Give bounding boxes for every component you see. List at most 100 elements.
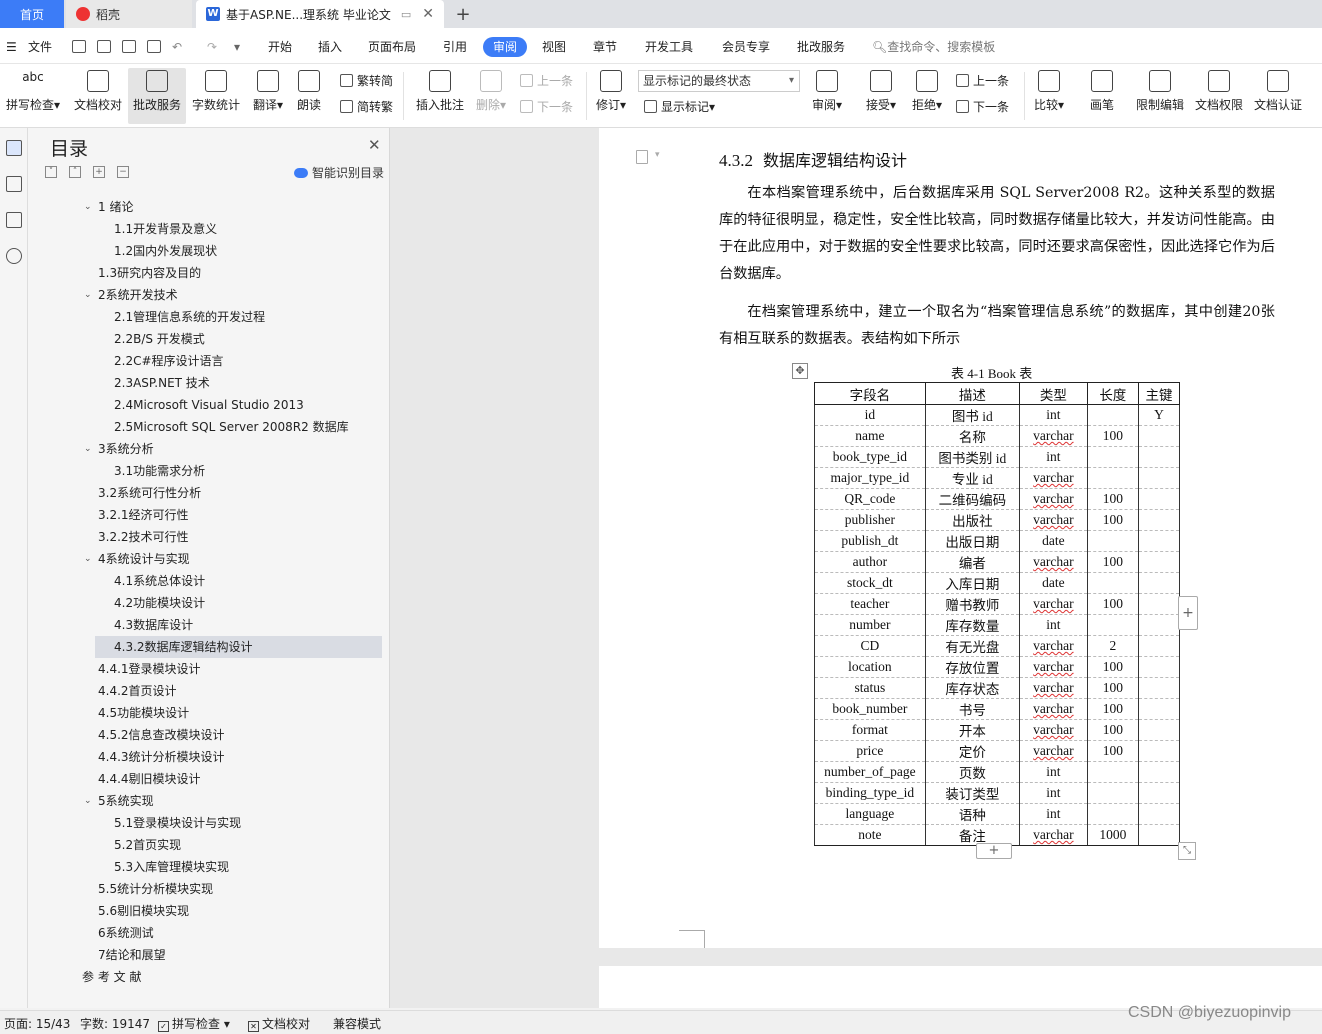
toc-item[interactable]: 6系统测试 [28,922,390,944]
toc-item[interactable]: 4.4.1登录模块设计 [28,658,390,680]
hamburger-icon[interactable]: ☰ [6,37,17,57]
toc-item[interactable]: 参 考 文 献 [28,966,390,988]
smart-toc-button[interactable]: 智能识别目录 [294,164,384,181]
spell-check-button[interactable]: abc 拼写检查▾ [2,68,64,124]
search-icon[interactable] [6,248,22,264]
chevron-down-icon[interactable]: ⌄ [84,196,92,218]
chevron-down-icon[interactable]: ⌄ [84,284,92,306]
bookmark-icon[interactable] [6,212,22,228]
toc-item[interactable]: 2.1管理信息系统的开发过程 [28,306,390,328]
toc-close-icon[interactable]: ✕ [368,136,381,154]
toc-item[interactable]: 2.2C#程序设计语言 [28,350,390,372]
word-count-button[interactable]: 字数统计 [189,68,243,124]
toc-item[interactable]: 4.5.2信息查改模块设计 [28,724,390,746]
toc-item[interactable]: 5.5统计分析模块实现 [28,878,390,900]
toc-item[interactable]: 5.2首页实现 [28,834,390,856]
add-heading-icon[interactable]: + [93,166,105,178]
chevron-down-icon[interactable]: ⌄ [84,438,92,460]
prev-comment-button[interactable]: 上一条 [520,72,573,90]
menu-start[interactable]: 开始 [268,37,292,57]
tab-daoke[interactable]: 稻壳 [66,0,192,28]
accept-button[interactable]: 接受▾ [862,68,900,124]
status-spell-check[interactable]: ✓ 拼写检查 ▾ [158,1016,230,1032]
reject-button[interactable]: 拒绝▾ [908,68,946,124]
chevron-down-icon[interactable]: ⌄ [84,548,92,570]
toc-item[interactable]: 4.4.2首页设计 [28,680,390,702]
translate-button[interactable]: 翻译▾ [248,68,288,124]
toc-item[interactable]: 1.2国内外发展现状 [28,240,390,262]
customize-dropdown-icon[interactable]: ▾ [234,37,240,57]
prev-revision-button[interactable]: 上一条 [956,72,1009,90]
doc-certify-button[interactable]: 文档认证 [1250,68,1306,124]
chevron-down-icon[interactable]: ⌄ [84,790,92,812]
toc-item[interactable]: 4.3.2数据库逻辑结构设计 [95,636,382,658]
add-column-icon[interactable]: + [1178,596,1198,630]
table-move-handle-icon[interactable]: ✥ [792,363,808,379]
to-traditional-button[interactable]: 繁转简 [340,72,393,90]
pen-button[interactable]: 画笔 [1084,68,1120,124]
toc-item[interactable]: 2.5Microsoft SQL Server 2008R2 数据库 [28,416,390,438]
close-tab-icon[interactable]: ✕ [422,6,434,22]
doc-proofread-button[interactable]: 文档校对 [70,68,126,124]
tab-home[interactable]: 首页 [0,0,64,28]
menu-page-layout[interactable]: 页面布局 [368,37,416,57]
nav-panel-icon[interactable] [6,176,22,192]
menu-file[interactable]: 文件 [28,37,52,57]
toc-item[interactable]: ⌄ 5系统实现 [28,790,390,812]
doc-permission-button[interactable]: 文档权限 [1191,68,1247,124]
remove-heading-icon[interactable]: − [117,166,129,178]
print-icon[interactable] [122,40,136,53]
toc-panel-icon[interactable] [6,140,22,156]
page-indicator[interactable]: 页面: 15/43 [4,1016,70,1032]
toc-item[interactable]: 1.1开发背景及意义 [28,218,390,240]
menu-dev-tools[interactable]: 开发工具 [645,37,693,57]
menu-member[interactable]: 会员专享 [722,37,770,57]
toc-item[interactable]: 3.2系统可行性分析 [28,482,390,504]
collapse-all-icon[interactable]: ˅ [45,166,57,178]
toc-item[interactable]: 5.3入库管理模块实现 [28,856,390,878]
next-revision-button[interactable]: 下一条 [956,98,1009,116]
toc-item[interactable]: 4.5功能模块设计 [28,702,390,724]
compare-button[interactable]: 比较▾ [1030,68,1068,124]
export-pdf-icon[interactable] [97,40,111,53]
toc-item[interactable]: ⌄ 1 绪论 [28,196,390,218]
toc-item[interactable]: 2.2B/S 开发模式 [28,328,390,350]
word-count-indicator[interactable]: 字数: 19147 [80,1016,150,1032]
toc-item[interactable]: 2.4Microsoft Visual Studio 2013 [28,394,390,416]
print-preview-icon[interactable] [147,40,161,53]
restrict-edit-button[interactable]: 限制编辑 [1132,68,1188,124]
add-row-icon[interactable]: + [976,843,1012,859]
page-doc-icon[interactable] [636,150,648,164]
toc-item[interactable]: 3.2.2技术可行性 [28,526,390,548]
menu-review[interactable]: 审阅 [483,37,528,57]
command-search[interactable]: 🔍︎查找命令、搜索模板 [872,37,995,57]
pin-icon[interactable]: ▭ [401,8,411,21]
review-service-button[interactable]: 批改服务 [128,68,186,124]
menu-view[interactable]: 视图 [542,37,566,57]
insert-comment-button[interactable]: 插入批注 [412,68,468,124]
review-pane-button[interactable]: 审阅▾ [808,68,846,124]
toc-item[interactable]: 4.1系统总体设计 [28,570,390,592]
toc-item[interactable]: 3.1功能需求分析 [28,460,390,482]
status-doc-proofread[interactable]: ✕ 文档校对 [248,1016,310,1032]
toc-item[interactable]: 4.4.3统计分析模块设计 [28,746,390,768]
menu-review-service[interactable]: 批改服务 [797,37,845,57]
new-tab-button[interactable]: + [450,0,476,28]
toc-item[interactable]: 1.3研究内容及目的 [28,262,390,284]
tab-document[interactable]: W 基于ASP.NE...理系统 毕业论文 ▭ ✕ [196,0,444,28]
table-resize-icon[interactable]: ⤡ [1178,842,1196,860]
toc-item[interactable]: 3.2.1经济可行性 [28,504,390,526]
menu-chapter[interactable]: 章节 [593,37,617,57]
to-simplified-button[interactable]: 简转繁 [340,98,393,116]
delete-comment-button[interactable]: 删除▾ [472,68,510,124]
toc-item[interactable]: 4.3数据库设计 [28,614,390,636]
read-aloud-button[interactable]: 朗读 [293,68,325,124]
markup-state-select[interactable]: 显示标记的最终状态 [638,70,800,92]
page-doc-dropdown-icon[interactable]: ▾ [655,150,660,160]
menu-reference[interactable]: 引用 [443,37,467,57]
toc-item[interactable]: ⌄ 4系统设计与实现 [28,548,390,570]
track-changes-button[interactable]: 修订▾ [592,68,630,124]
toc-item[interactable]: 2.3ASP.NET 技术 [28,372,390,394]
toc-item[interactable]: 4.2功能模块设计 [28,592,390,614]
toc-item[interactable]: 5.1登录模块设计与实现 [28,812,390,834]
